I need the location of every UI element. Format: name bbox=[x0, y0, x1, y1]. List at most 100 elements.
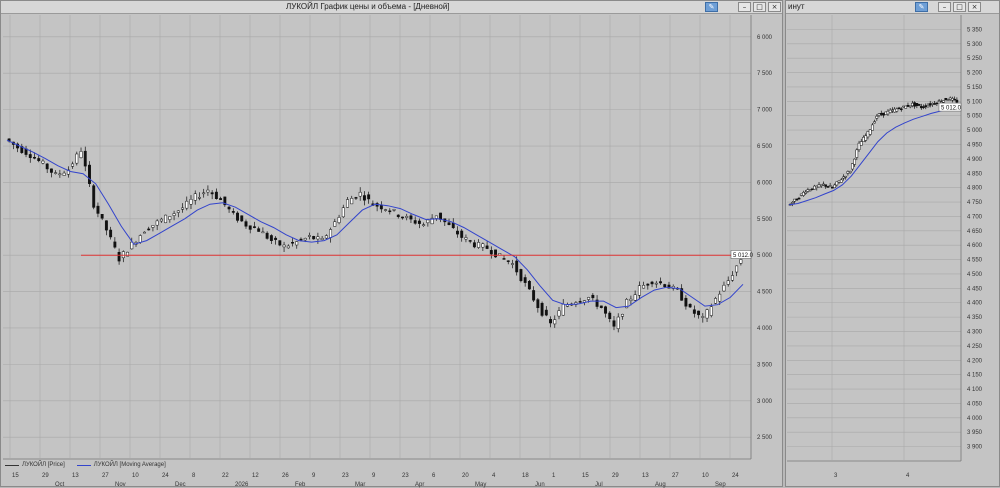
x-month-label: Feb bbox=[295, 482, 306, 488]
candle-body bbox=[426, 219, 430, 224]
y-tick-label: 4 350 bbox=[967, 315, 983, 321]
candle-body bbox=[189, 199, 193, 205]
candle-body bbox=[489, 250, 493, 255]
candle-body bbox=[884, 111, 888, 115]
candle-body bbox=[544, 309, 548, 316]
candle-body bbox=[828, 185, 832, 187]
candle-body bbox=[143, 231, 146, 234]
candle-body bbox=[511, 263, 514, 265]
candle-body bbox=[604, 306, 607, 314]
x-month-label: Oct bbox=[55, 482, 65, 488]
candle-body bbox=[886, 110, 890, 115]
candle-body bbox=[312, 236, 316, 240]
candle-body bbox=[897, 107, 901, 110]
candle-body bbox=[730, 275, 734, 281]
y-tick-label: 3 900 bbox=[967, 445, 983, 451]
candle-body bbox=[172, 213, 176, 216]
candle-body bbox=[848, 171, 852, 173]
y-tick-label: 4 950 bbox=[967, 142, 983, 148]
x-tick-label: 9 bbox=[372, 473, 376, 479]
candle-body bbox=[906, 105, 910, 107]
plot-area bbox=[3, 15, 751, 459]
candle-body bbox=[333, 221, 337, 227]
candle-body bbox=[155, 220, 159, 226]
y-tick-label: 3 500 bbox=[757, 362, 773, 368]
candle-body bbox=[278, 240, 282, 246]
candle-body bbox=[240, 215, 244, 222]
main-chart[interactable]: 6 000 7 500 7 000 6 500 6 000 5 500 5 000 4 500… bbox=[1, 1, 784, 488]
y-tick-label: 4 650 bbox=[967, 229, 983, 235]
candle-body bbox=[815, 185, 819, 188]
candle-body bbox=[842, 176, 845, 179]
candle-body bbox=[413, 220, 417, 224]
x-tick-label: 24 bbox=[162, 473, 169, 479]
candle-body bbox=[862, 137, 865, 142]
candle-body bbox=[616, 316, 620, 329]
x-tick-label: 18 bbox=[522, 473, 529, 479]
x-month-label: Jul bbox=[595, 482, 603, 488]
candle-body bbox=[951, 98, 954, 101]
x-month-label: Aug bbox=[655, 482, 666, 488]
candle-body bbox=[722, 284, 726, 292]
x-tick-label: 15 bbox=[582, 473, 589, 479]
candle-body bbox=[519, 269, 523, 281]
candle-body bbox=[92, 185, 96, 208]
x-tick-label: 20 bbox=[462, 473, 469, 479]
candle-body bbox=[384, 209, 388, 211]
candle-body bbox=[591, 294, 595, 299]
x-tick-label: 10 bbox=[702, 473, 709, 479]
candle-body bbox=[895, 108, 899, 112]
candle-body bbox=[341, 207, 345, 218]
last-price-label: 5 012.0 bbox=[733, 253, 754, 259]
intraday-chart-window: инут ✎ – □ × 5 350 5 300 5 250 5 200 5 150 5 … bbox=[785, 0, 1000, 487]
candle-body bbox=[396, 214, 400, 218]
candle-body bbox=[839, 179, 843, 183]
candle-body bbox=[49, 168, 53, 173]
candle-body bbox=[138, 235, 142, 243]
x-tick-label: 4 bbox=[492, 473, 496, 479]
y-tick-label: 6 000 bbox=[757, 35, 773, 41]
y-tick-label: 5 200 bbox=[967, 71, 983, 77]
x-month-label: Dec bbox=[175, 482, 186, 488]
candle-body bbox=[358, 191, 362, 197]
candle-body bbox=[206, 189, 210, 193]
x-tick-label: 23 bbox=[342, 473, 349, 479]
candle-body bbox=[913, 102, 916, 107]
candle-body bbox=[908, 105, 912, 108]
candle-body bbox=[697, 310, 701, 316]
x-month-label: Jun bbox=[535, 482, 545, 488]
candle-body bbox=[692, 309, 696, 314]
candle-body bbox=[877, 113, 881, 116]
candle-body bbox=[210, 192, 214, 195]
y-tick-label: 4 700 bbox=[967, 214, 983, 220]
y-tick-label: 4 300 bbox=[967, 330, 983, 336]
candle-body bbox=[58, 173, 62, 176]
candle-body bbox=[350, 198, 354, 205]
x-tick-label: 27 bbox=[102, 473, 109, 479]
candle-body bbox=[307, 235, 311, 237]
y-tick-label: 4 750 bbox=[967, 200, 983, 206]
candle-body bbox=[417, 220, 421, 224]
intraday-chart[interactable]: 5 350 5 300 5 250 5 200 5 150 5 100 5 050 5 000… bbox=[786, 1, 999, 488]
candle-body bbox=[684, 297, 688, 307]
x-tick-label: 3 bbox=[834, 473, 838, 479]
candle-body bbox=[637, 285, 641, 296]
candle-body bbox=[447, 222, 451, 226]
candle-body bbox=[515, 260, 519, 273]
candle-body bbox=[392, 209, 396, 211]
candle-body bbox=[937, 100, 941, 102]
candle-body bbox=[299, 238, 303, 241]
candle-body bbox=[523, 277, 527, 283]
candle-body bbox=[714, 298, 717, 304]
candle-body bbox=[121, 251, 125, 259]
candle-body bbox=[855, 149, 859, 158]
candle-body bbox=[797, 197, 801, 200]
candle-body bbox=[100, 214, 104, 219]
candle-body bbox=[295, 241, 299, 246]
candle-body bbox=[882, 112, 885, 116]
candle-body bbox=[806, 189, 810, 192]
candle-body bbox=[147, 228, 151, 231]
y-tick-label: 4 500 bbox=[757, 290, 773, 296]
y-tick-label: 6 500 bbox=[757, 144, 773, 150]
candle-body bbox=[71, 163, 75, 167]
